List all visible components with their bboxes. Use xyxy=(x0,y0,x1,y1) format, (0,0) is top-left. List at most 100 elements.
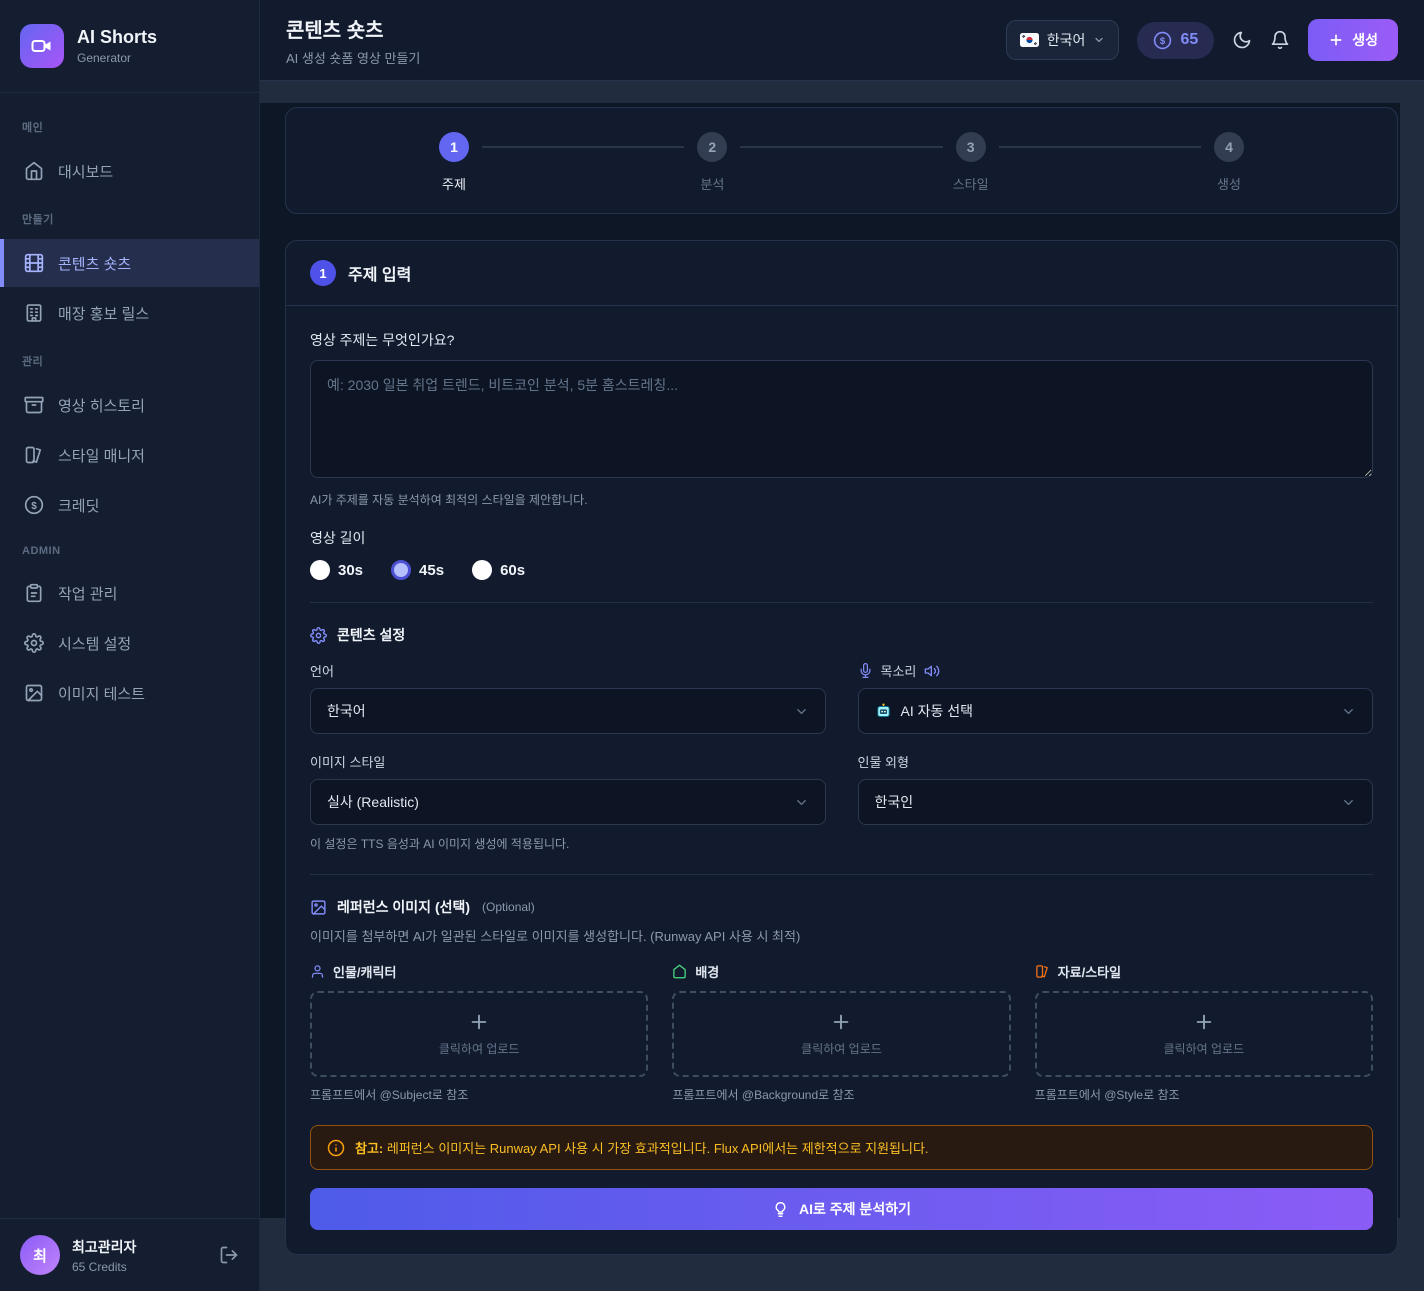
step-circle: 2 xyxy=(697,132,727,162)
sidebar-item-system-settings[interactable]: 시스템 설정 xyxy=(0,619,259,667)
sidebar-item-label: 영상 히스토리 xyxy=(58,395,145,416)
plus-icon xyxy=(1193,1011,1215,1033)
background-caption: 프롬프트에서 @Background로 참조 xyxy=(672,1086,1010,1103)
chevron-down-icon xyxy=(794,795,809,810)
analyze-label: AI로 주제 분석하기 xyxy=(799,1199,911,1219)
voice-select[interactable]: AI 자동 선택 xyxy=(858,688,1374,734)
nav-section-admin: ADMIN xyxy=(0,531,259,567)
language-label: 한국어 xyxy=(1047,30,1086,50)
settings-hint: 이 설정은 TTS 음성과 AI 이미지 생성에 적용됩니다. xyxy=(310,835,1373,852)
topic-input[interactable] xyxy=(310,360,1373,478)
style-caption: 프롬프트에서 @Style로 참조 xyxy=(1035,1086,1373,1103)
logout-icon[interactable] xyxy=(219,1245,239,1265)
nav-section-main: 메인 xyxy=(0,105,259,145)
appearance-select[interactable]: 한국인 xyxy=(858,779,1374,825)
archive-icon xyxy=(24,395,44,415)
sidebar-item-dashboard[interactable]: 대시보드 xyxy=(0,147,259,195)
form-card-header: 1 주제 입력 xyxy=(286,241,1397,306)
sidebar-item-label: 콘텐츠 숏츠 xyxy=(58,253,131,274)
sidebar-item-label: 작업 관리 xyxy=(58,583,117,604)
gear-icon xyxy=(310,627,327,644)
language-select[interactable]: 한국어 xyxy=(310,688,826,734)
subject-upload-box[interactable]: 클릭하여 업로드 xyxy=(310,991,648,1077)
sidebar-item-image-test[interactable]: 이미지 테스트 xyxy=(0,669,259,717)
radio-checked-icon xyxy=(391,560,411,580)
plus-icon xyxy=(468,1011,490,1033)
topic-form-card: 1 주제 입력 영상 주제는 무엇인가요? AI가 주제를 자동 분석하여 최적… xyxy=(285,240,1398,1255)
voice-field-label: 목소리 xyxy=(858,661,1374,680)
reference-note: 참고: 레퍼런스 이미지는 Runway API 사용 시 가장 효과적입니다.… xyxy=(310,1125,1373,1170)
step-generate: 4 생성 xyxy=(1201,132,1257,193)
bell-icon[interactable] xyxy=(1270,30,1290,50)
sidebar-item-job-manager[interactable]: 작업 관리 xyxy=(0,569,259,617)
language-select-value: 한국어 xyxy=(327,701,366,721)
topic-hint: AI가 주제를 자동 분석하여 최적의 스타일을 제안합니다. xyxy=(310,491,1373,508)
sidebar-item-label: 시스템 설정 xyxy=(58,633,131,654)
sidebar-item-credits[interactable]: $ 크레딧 xyxy=(0,481,259,529)
voice-select-value: AI 자동 선택 xyxy=(901,701,974,721)
nav-section-create: 만들기 xyxy=(0,197,259,237)
sidebar-nav: 메인 대시보드 만들기 콘텐츠 숏츠 매장 홍보 릴스 관리 xyxy=(0,93,259,1218)
credits-count: 65 xyxy=(1180,31,1198,49)
page-header: 콘텐츠 숏츠 AI 생성 숏폼 영상 만들기 xyxy=(260,0,1424,81)
user-credits: 65 Credits xyxy=(72,1260,136,1274)
sidebar-item-store-reels[interactable]: 매장 홍보 릴스 xyxy=(0,289,259,337)
user-box: 최 최고관리자 65 Credits xyxy=(0,1218,259,1291)
content-panel: 1 주제 2 분석 3 스타일 4 생성 xyxy=(260,103,1400,1218)
step-label: 분석 xyxy=(700,174,724,193)
background-slot-header: 배경 xyxy=(672,962,1010,981)
divider xyxy=(310,602,1373,603)
page-title: 콘텐츠 숏츠 xyxy=(286,14,420,43)
radio-icon xyxy=(310,560,330,580)
language-field-label: 언어 xyxy=(310,661,826,680)
main-area: 콘텐츠 숏츠 AI 생성 숏폼 영상 만들기 xyxy=(260,0,1424,1291)
home-icon xyxy=(672,964,687,979)
language-selector[interactable]: 한국어 xyxy=(1006,20,1120,60)
image-icon xyxy=(24,683,44,703)
svg-text:$: $ xyxy=(31,501,37,512)
length-option-30s[interactable]: 30s xyxy=(310,560,363,580)
step-topic: 1 주제 xyxy=(426,132,482,193)
content-settings-header: 콘텐츠 설정 xyxy=(310,625,1373,645)
analyze-topic-button[interactable]: AI로 주제 분석하기 xyxy=(310,1188,1373,1230)
background-upload-box[interactable]: 클릭하여 업로드 xyxy=(672,991,1010,1077)
video-camera-icon xyxy=(20,24,64,68)
appearance-field-label: 인물 외형 xyxy=(858,752,1374,771)
length-option-60s[interactable]: 60s xyxy=(472,560,525,580)
brand: AI Shorts Generator xyxy=(0,0,259,93)
info-icon xyxy=(327,1139,345,1157)
step-connector xyxy=(740,146,942,148)
image-style-select[interactable]: 실사 (Realistic) xyxy=(310,779,826,825)
sidebar-item-label: 매장 홍보 릴스 xyxy=(58,303,149,324)
page-subtitle: AI 생성 숏폼 영상 만들기 xyxy=(286,48,420,67)
generate-button[interactable]: 생성 xyxy=(1308,19,1398,61)
note-text: 레퍼런스 이미지는 Runway API 사용 시 가장 효과적입니다. Flu… xyxy=(387,1141,929,1156)
chevron-down-icon xyxy=(1341,704,1356,719)
gear-icon xyxy=(24,633,44,653)
note-prefix: 참고: xyxy=(355,1141,383,1156)
dollar-icon: $ xyxy=(24,495,44,515)
brand-subtitle: Generator xyxy=(77,51,157,65)
divider xyxy=(310,874,1373,875)
avatar: 최 xyxy=(20,1235,60,1275)
step-connector xyxy=(999,146,1201,148)
sidebar-item-content-shorts[interactable]: 콘텐츠 숏츠 xyxy=(0,239,259,287)
speaker-icon[interactable] xyxy=(924,663,940,679)
style-slot-header: 자료/스타일 xyxy=(1035,962,1373,981)
video-length-label: 영상 길이 xyxy=(310,528,1373,548)
sidebar-item-style-manager[interactable]: 스타일 매니저 xyxy=(0,431,259,479)
sidebar: AI Shorts Generator 메인 대시보드 만들기 콘텐츠 숏츠 xyxy=(0,0,260,1291)
step-label: 주제 xyxy=(442,174,466,193)
image-style-field-label: 이미지 스타일 xyxy=(310,752,826,771)
topic-question-label: 영상 주제는 무엇인가요? xyxy=(310,330,1373,350)
length-option-45s[interactable]: 45s xyxy=(391,560,444,580)
video-length-options: 30s 45s 60s xyxy=(310,560,1373,580)
style-upload-box[interactable]: 클릭하여 업로드 xyxy=(1035,991,1373,1077)
plus-icon xyxy=(1328,32,1344,48)
moon-icon[interactable] xyxy=(1232,30,1252,50)
step-circle: 1 xyxy=(439,132,469,162)
sidebar-item-video-history[interactable]: 영상 히스토리 xyxy=(0,381,259,429)
optional-label: (Optional) xyxy=(482,900,535,914)
generate-label: 생성 xyxy=(1352,30,1378,50)
credits-badge[interactable]: $ 65 xyxy=(1137,22,1214,59)
